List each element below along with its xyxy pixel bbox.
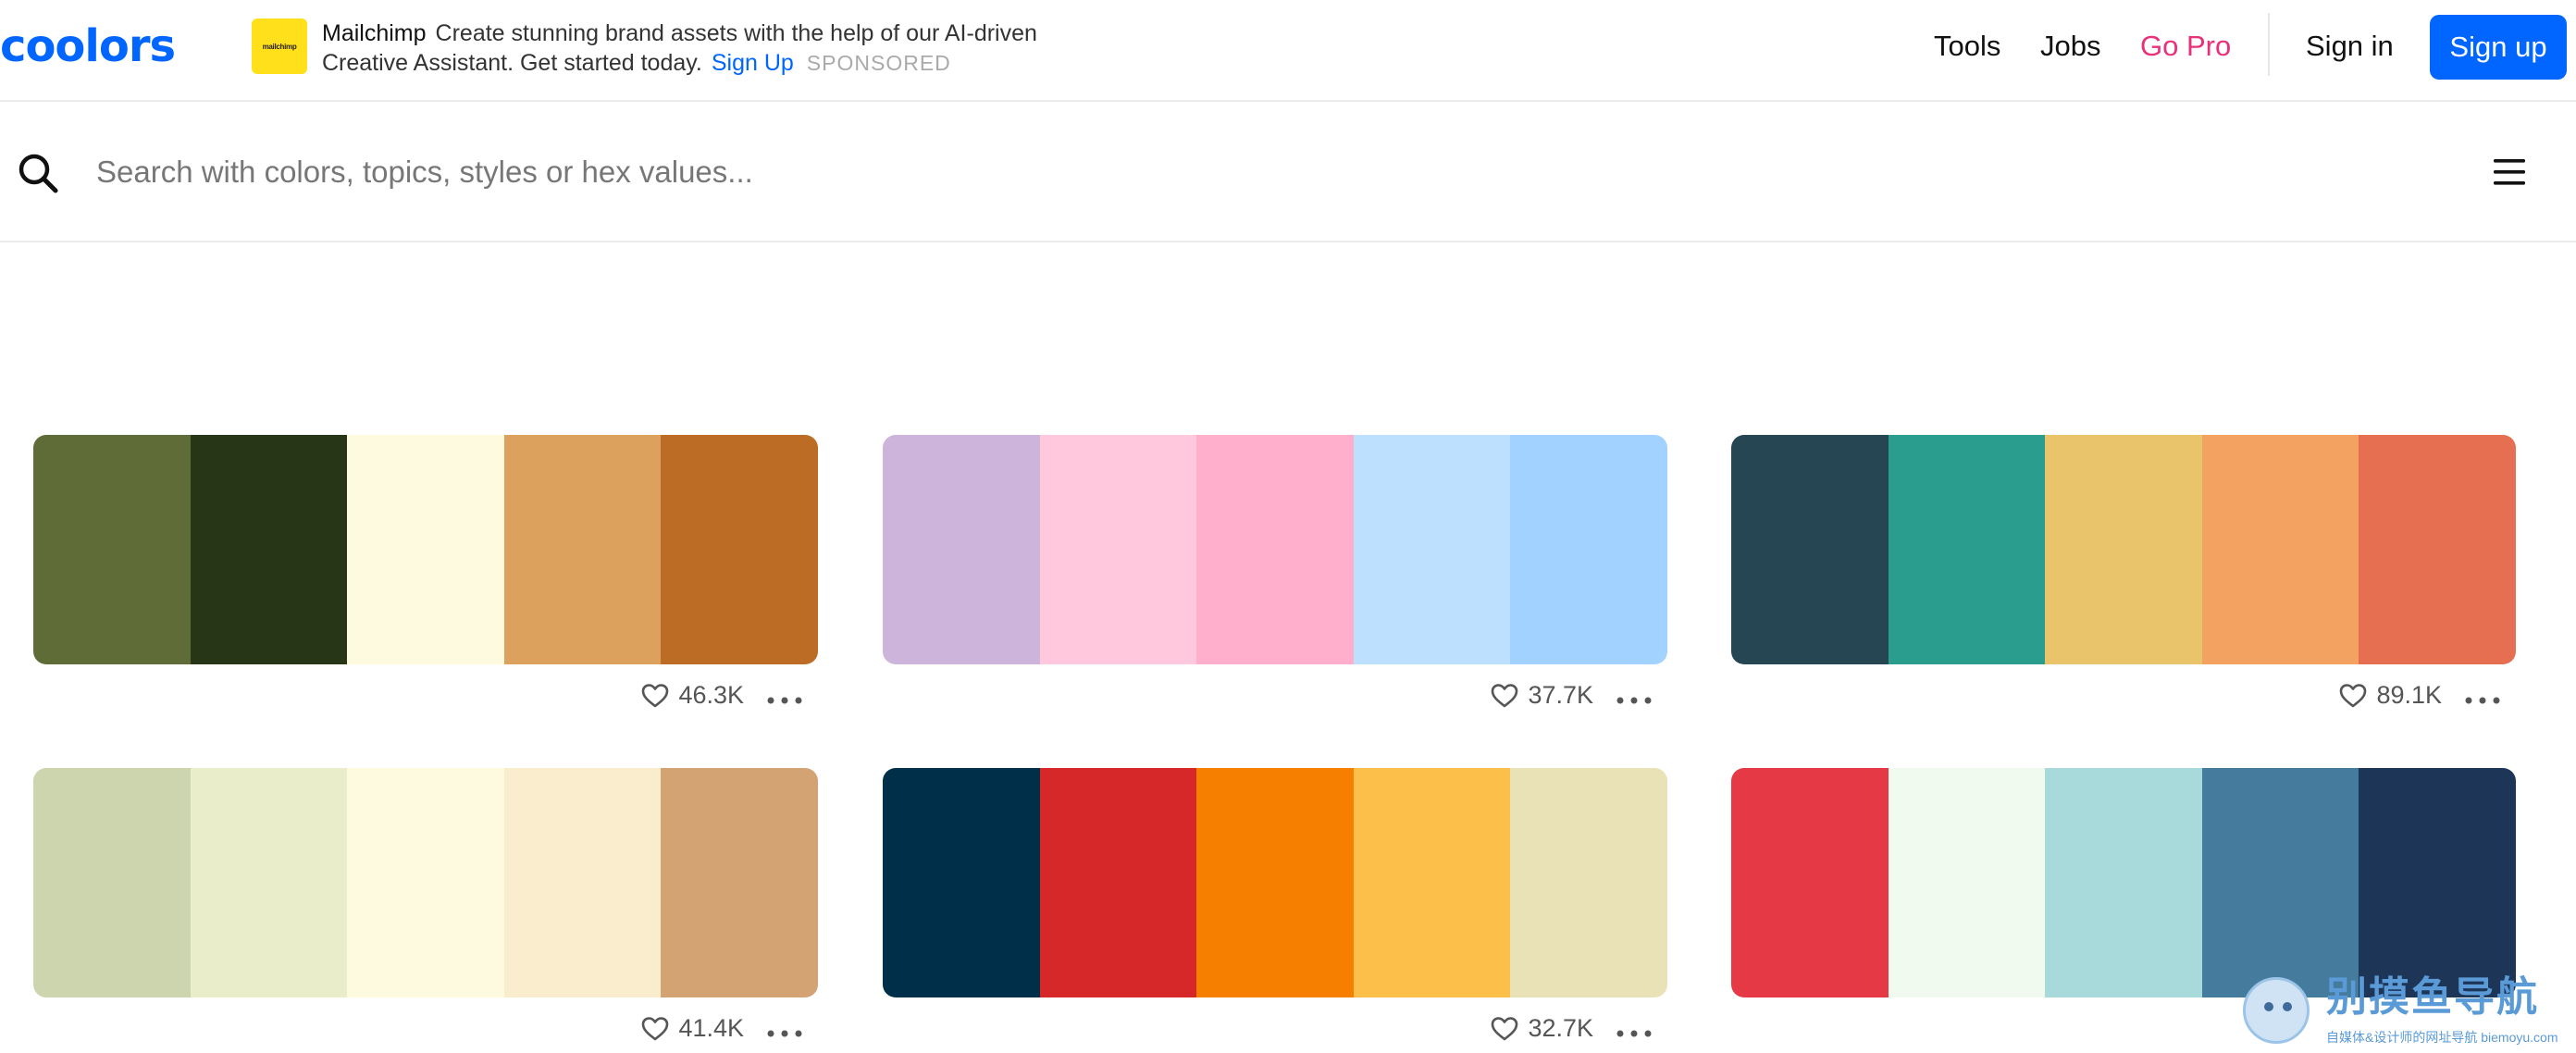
heart-icon [2340,683,2367,707]
sign-up-button[interactable]: Sign up [2430,15,2567,80]
color-swatch[interactable] [1353,768,1511,997]
watermark-overlay: 别摸鱼导航 自媒体&设计师的网址导航 biemoyu.com [2243,972,2576,1053]
search-input[interactable] [96,146,1854,198]
likes-button[interactable]: 32.7K [1491,1014,1593,1043]
sponsored-ad[interactable]: mailchimp Mailchimp Create stunning brand… [252,19,1066,78]
palette-swatches[interactable] [1731,435,2516,664]
more-options-icon[interactable] [766,696,803,705]
heart-icon [642,1016,669,1040]
palette-card[interactable]: 37.7K [883,435,1667,738]
ad-sponsored-label: SPONSORED [806,51,951,75]
palette-card[interactable] [1731,768,2516,997]
color-swatch[interactable] [1888,768,2046,997]
color-swatch[interactable] [883,435,1040,664]
color-swatch[interactable] [661,435,818,664]
likes-button[interactable]: 46.3K [641,681,744,710]
palette-card[interactable]: 89.1K [1731,435,2516,738]
color-swatch[interactable] [190,768,348,997]
color-swatch[interactable] [1196,435,1354,664]
nav-tools[interactable]: Tools [1934,28,2000,65]
color-swatch[interactable] [190,435,348,664]
palette-card[interactable]: 46.3K [33,435,818,738]
palette-meta: 32.7K [883,997,1667,1053]
watermark-title: 别摸鱼导航 [2326,973,2539,1021]
nav-go-pro[interactable]: Go Pro [2140,28,2231,65]
palette-swatches[interactable] [883,435,1667,664]
color-swatch[interactable] [2045,768,2202,997]
more-options-icon[interactable] [766,1029,803,1038]
color-swatch[interactable] [661,768,818,997]
heart-icon [1492,683,1518,707]
nav-jobs[interactable]: Jobs [2040,28,2100,65]
palette-meta: 41.4K [33,997,818,1053]
palette-meta: 89.1K [1731,664,2516,738]
more-options-icon[interactable] [1616,696,1653,705]
color-swatch[interactable] [1510,435,1667,664]
search-bar [0,104,2576,242]
color-swatch[interactable] [1888,435,2046,664]
ad-sign-up-link[interactable]: Sign Up [712,50,794,76]
koala-mascot-icon [2243,977,2310,1044]
color-swatch[interactable] [2045,435,2202,664]
more-options-icon[interactable] [1616,1029,1653,1038]
color-swatch[interactable] [2201,435,2359,664]
palette-swatches[interactable] [883,768,1667,997]
color-swatch[interactable] [883,768,1040,997]
palette-meta: 37.7K [883,664,1667,738]
likes-button[interactable]: 37.7K [1491,681,1593,710]
color-swatch[interactable] [33,768,191,997]
color-swatch[interactable] [1039,768,1197,997]
search-icon[interactable] [17,152,59,194]
color-swatch[interactable] [2359,768,2516,997]
palette-swatches[interactable] [1731,768,2516,997]
likes-button[interactable]: 41.4K [641,1014,744,1043]
palette-card[interactable]: 32.7K [883,768,1667,1053]
color-swatch[interactable] [347,768,504,997]
palette-card[interactable]: 41.4K [33,768,818,1053]
likes-count: 41.4K [678,1014,744,1042]
color-swatch[interactable] [2359,435,2516,664]
heart-icon [642,683,669,707]
color-swatch[interactable] [1196,768,1354,997]
likes-count: 89.1K [2376,681,2442,709]
mailchimp-logo[interactable]: mailchimp [252,19,307,74]
ad-text: Mailchimp Create stunning brand assets wi… [322,19,1081,78]
color-swatch[interactable] [1510,768,1667,997]
sign-in-link[interactable]: Sign in [2306,28,2394,65]
likes-count: 32.7K [1528,1014,1593,1042]
likes-button[interactable]: 89.1K [2339,681,2442,710]
color-swatch[interactable] [1039,435,1197,664]
color-swatch[interactable] [2201,768,2359,997]
palette-swatches[interactable] [33,435,818,664]
nav-divider [2268,13,2270,76]
likes-count: 46.3K [678,681,744,709]
color-swatch[interactable] [1731,435,1889,664]
heart-icon [1492,1016,1518,1040]
hamburger-menu-icon[interactable] [2493,155,2526,189]
likes-count: 37.7K [1528,681,1593,709]
palette-meta: 46.3K [33,664,818,738]
color-swatch[interactable] [503,435,662,664]
color-swatch[interactable] [347,435,504,664]
more-options-icon[interactable] [2464,696,2501,705]
ad-brand[interactable]: Mailchimp [322,20,427,46]
top-navigation-bar: coolors mailchimp Mailchimp Create stunni… [0,0,2576,102]
color-swatch[interactable] [1353,435,1511,664]
color-swatch[interactable] [33,435,191,664]
watermark-subtitle: 自媒体&设计师的网址导航 biemoyu.com [2326,1030,2558,1045]
coolors-logo[interactable]: coolors [0,19,176,74]
palette-swatches[interactable] [33,768,818,997]
color-swatch[interactable] [503,768,662,997]
color-swatch[interactable] [1731,768,1889,997]
